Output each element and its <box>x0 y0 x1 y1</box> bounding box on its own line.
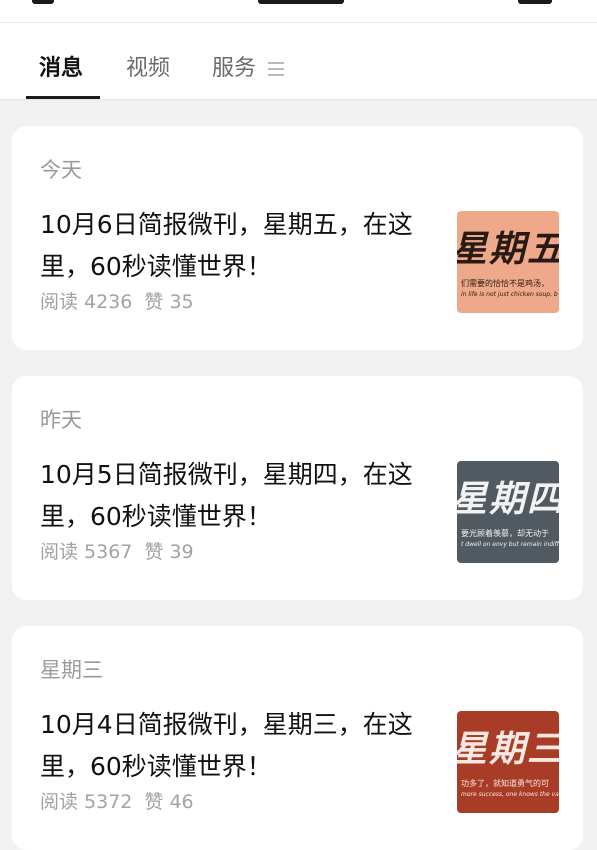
thumbnail-headline: 星期三 <box>457 728 559 770</box>
tab-videos[interactable]: 视频 <box>126 56 170 82</box>
tab-bar: 消息 视频 服务 <box>0 23 597 100</box>
article-date: 今天 <box>40 158 82 182</box>
thumbnail-caption: 们需要的恰恰不是鸡汤， <box>461 279 549 288</box>
status-bar-fragment <box>258 0 344 4</box>
read-count: 阅读 5372 <box>40 791 133 813</box>
like-count: 赞 46 <box>144 791 194 813</box>
article-card[interactable]: 星期三 10月4日简报微刊，星期三，在这里，60秒读懂世界！ 阅读 5372 赞 … <box>12 626 583 850</box>
article-date: 昨天 <box>40 408 82 432</box>
article-stats: 阅读 5367 赞 39 <box>40 537 194 564</box>
read-count: 阅读 4236 <box>40 291 133 313</box>
article-thumbnail[interactable]: 星期三 功多了，就知道勇气的可 more success, one knows … <box>457 711 559 813</box>
article-thumbnail[interactable]: 星期四 要光顾着羡慕，却无动于 t dwell on envy but rema… <box>457 461 559 563</box>
thumbnail-headline: 星期五 <box>457 228 559 270</box>
status-bar <box>0 0 597 23</box>
status-bar-fragment <box>518 0 552 4</box>
tab-messages[interactable]: 消息 <box>39 56 83 82</box>
thumbnail-caption-english: in life is not just chicken soup, b <box>461 291 558 298</box>
thumbnail-headline: 星期四 <box>457 478 559 520</box>
article-title[interactable]: 10月6日简报微刊，星期五，在这里，60秒读懂世界！ <box>40 204 430 288</box>
thumbnail-caption-english: more success, one knows the value of cou… <box>461 791 559 798</box>
article-card[interactable]: 今天 10月6日简报微刊，星期五，在这里，60秒读懂世界！ 阅读 4236 赞 3… <box>12 126 583 350</box>
thumbnail-caption: 功多了，就知道勇气的可 <box>461 779 549 788</box>
article-stats: 阅读 4236 赞 35 <box>40 287 194 314</box>
article-card[interactable]: 昨天 10月5日简报微刊，星期四，在这里，60秒读懂世界！ 阅读 5367 赞 3… <box>12 376 583 600</box>
thumbnail-caption: 要光顾着羡慕，却无动于 <box>461 529 549 538</box>
article-stats: 阅读 5372 赞 46 <box>40 787 194 814</box>
status-bar-fragment <box>32 0 54 4</box>
article-thumbnail[interactable]: 星期五 们需要的恰恰不是鸡汤， in life is not just chic… <box>457 211 559 313</box>
active-tab-indicator <box>26 96 100 99</box>
article-title[interactable]: 10月5日简报微刊，星期四，在这里，60秒读懂世界！ <box>40 454 430 538</box>
read-count: 阅读 5367 <box>40 541 133 563</box>
like-count: 赞 39 <box>144 541 194 563</box>
like-count: 赞 35 <box>144 291 194 313</box>
article-date: 星期三 <box>40 658 103 682</box>
thumbnail-caption-english: t dwell on envy but remain indiffere <box>461 541 559 548</box>
article-title[interactable]: 10月4日简报微刊，星期三，在这里，60秒读懂世界！ <box>40 704 430 788</box>
tab-services[interactable]: 服务 <box>212 56 256 82</box>
menu-icon[interactable] <box>268 62 284 76</box>
